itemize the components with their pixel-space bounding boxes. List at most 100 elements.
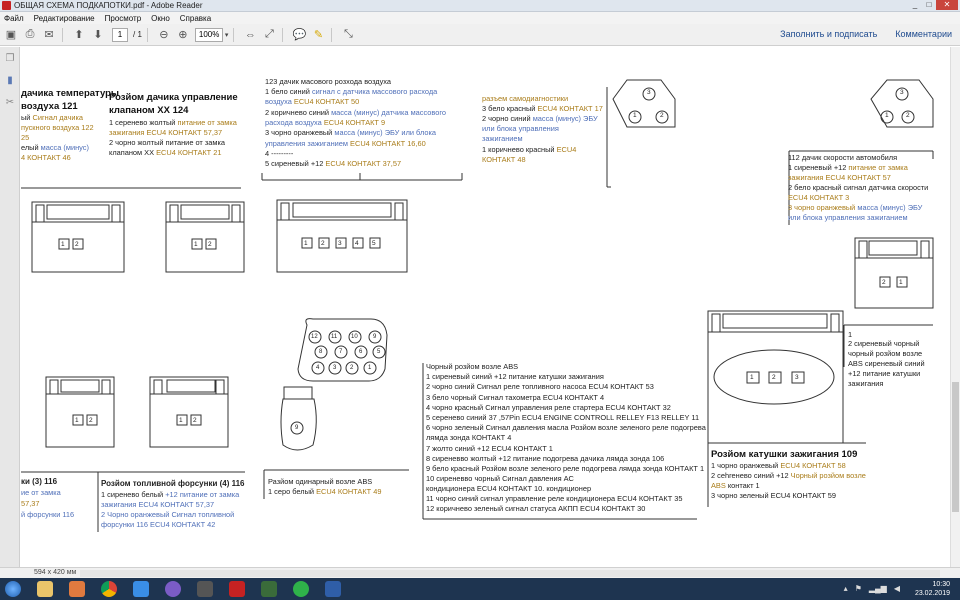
menu-window[interactable]: Окно: [151, 14, 170, 23]
zoom-out-icon[interactable]: ⊖: [156, 27, 172, 43]
network-icon[interactable]: ▂▄▆: [869, 584, 887, 593]
b7-line: ие от замка: [21, 488, 61, 497]
toolbar-separator: [282, 27, 284, 42]
b1-line: 4 КОНТАКТ 46: [21, 153, 71, 162]
pin-label: 3: [333, 365, 337, 371]
pin-label: 1: [885, 112, 889, 119]
pin-label: 4: [316, 365, 320, 371]
b2-line: 1 серенево жолтый питание от замка: [109, 118, 237, 127]
clock[interactable]: 10:30 23.02.2019: [915, 580, 950, 598]
maximize-button[interactable]: □: [922, 0, 936, 10]
pin-label: 1: [750, 374, 754, 381]
b3-line: воздуха ECU4 КОНТАКТ 50: [265, 97, 360, 106]
comment-icon[interactable]: 💬: [291, 27, 307, 43]
expand-icon[interactable]: ⤡: [340, 27, 356, 43]
horizontal-scrollbar[interactable]: [80, 570, 940, 577]
abs-line: 11 чорно синий сигнал управление реле ко…: [426, 494, 683, 503]
b2-line: клапаном ХХ ECU4 КОНТАКТ 21: [109, 148, 222, 157]
b5-line: 3 чорно оранжевый масса (минус) ЭБУ: [788, 203, 923, 212]
pin-label: 2: [321, 240, 325, 247]
volume-icon[interactable]: ◀: [894, 584, 900, 593]
adobe-reader-taskbar-icon[interactable]: [224, 579, 250, 599]
pin-label: 2: [75, 241, 79, 248]
pin-label: 1: [304, 240, 308, 247]
print-icon[interactable]: ⎙: [22, 27, 38, 43]
b6-line: зажигания: [848, 379, 884, 388]
zoom-dropdown-icon[interactable]: ▾: [225, 31, 229, 39]
b3-line: 3 чорно оранжевый масса (минус) ЭБУ или …: [265, 128, 436, 137]
abs-line: 4 чорно красный Сигнал управления реле с…: [426, 403, 671, 412]
menu-edit[interactable]: Редактирование: [34, 14, 95, 23]
pin-label: 2: [208, 241, 212, 248]
viber-taskbar-icon[interactable]: [160, 579, 186, 599]
pin-label: 11: [331, 334, 338, 340]
pin-label: 2: [906, 112, 910, 119]
pin-label: 1: [899, 279, 903, 286]
b1-line: 25: [21, 133, 30, 142]
bookmark-icon[interactable]: ▮: [5, 75, 15, 87]
flag-icon[interactable]: ⚑: [855, 584, 862, 593]
b8-line: зажигания ECU4 КОНТАКТ 57,37: [101, 500, 215, 509]
b5-line: или блока управления зажиганием: [788, 213, 908, 222]
minimize-button[interactable]: _: [908, 0, 922, 10]
explorer-taskbar-icon[interactable]: [32, 579, 58, 599]
clock-time: 10:30: [932, 581, 950, 588]
arrow-up-icon[interactable]: ▴: [844, 584, 848, 593]
visio-taskbar-icon[interactable]: [320, 579, 346, 599]
menu-help[interactable]: Справка: [180, 14, 211, 23]
b6-line: ABS сиреневый синий: [848, 359, 925, 368]
abs-single-line: 1 серо белый ECU4 КОНТАКТ 49: [268, 487, 382, 496]
pages-icon[interactable]: ❐: [5, 53, 15, 65]
close-button[interactable]: ✕: [936, 0, 958, 10]
b7-line: й форсунки 116: [21, 510, 75, 519]
fit-page-icon[interactable]: ⇔: [242, 27, 258, 43]
vertical-scrollbar[interactable]: [950, 47, 960, 567]
pin-label: 1: [633, 112, 637, 119]
fullscreen-icon[interactable]: ⤢: [261, 27, 277, 43]
menu-file[interactable]: Файл: [4, 14, 24, 23]
abs-title: Чорный розйом возле ABS: [426, 362, 519, 371]
pin-label: 5: [372, 240, 376, 247]
fill-sign-button[interactable]: Заполнить и подписать: [780, 29, 877, 39]
pin-label: 10: [351, 334, 358, 340]
start-button[interactable]: [0, 579, 26, 599]
prev-page-icon[interactable]: ⬆: [71, 27, 87, 43]
page-count: / 1: [133, 30, 142, 39]
b5-line: ECU4 КОНТАКТ 3: [788, 193, 850, 202]
b1-title2: воздуха 121: [21, 101, 78, 112]
b8-line: 2 Чорно оранжевый Сигнал топливной: [101, 510, 235, 519]
b1-line: ый Сигнал дачика: [21, 113, 83, 122]
comments-button[interactable]: Комментарии: [895, 29, 952, 39]
attachment-icon[interactable]: ✂: [5, 97, 15, 109]
windows-taskbar-icon[interactable]: [128, 579, 154, 599]
b6-line: 2 сиреневый чорный: [848, 339, 920, 348]
calculator-taskbar-icon[interactable]: [192, 579, 218, 599]
email-icon[interactable]: ✉: [41, 27, 57, 43]
window-title: ОБЩАЯ СХЕМА ПОДКАПОТКИ.pdf - Adobe Reade…: [14, 1, 203, 10]
abs-line: 9 бело красный Розйом возле зеленого рел…: [426, 464, 705, 473]
navigation-panel: ❐ ▮ ✂: [0, 47, 20, 567]
page-number-input[interactable]: 1: [112, 27, 128, 42]
pin-label: 2: [89, 417, 93, 424]
pin-label: 4: [355, 240, 359, 247]
abs-line: 10 сиреневво чорный Сигнал давления АС: [426, 474, 574, 483]
pin-label: 2: [882, 279, 886, 286]
archive-taskbar-icon[interactable]: [256, 579, 282, 599]
zoom-input[interactable]: 100%: [194, 27, 223, 42]
menu-view[interactable]: Просмотр: [105, 14, 142, 23]
b8-title: Розйом топливной форсунки (4) 116: [101, 479, 245, 488]
media-player-taskbar-icon[interactable]: [64, 579, 90, 599]
scroll-thumb[interactable]: [952, 382, 959, 512]
abs-line: 12 коричнево зеленый сигнал статуса АКПП…: [426, 504, 646, 513]
next-page-icon[interactable]: ⬇: [90, 27, 106, 43]
taskbar: ▴ ⚑ ▂▄▆ ◀ 10:30 23.02.2019: [0, 578, 960, 600]
zoom-in-icon[interactable]: ⊕: [175, 27, 191, 43]
green-app-taskbar-icon[interactable]: [288, 579, 314, 599]
save-icon[interactable]: ▣: [3, 27, 19, 43]
toolbar-separator: [331, 27, 333, 42]
chrome-taskbar-icon[interactable]: [96, 579, 122, 599]
b3-line: 4 ---------: [265, 149, 294, 158]
pin-label: 8: [319, 349, 323, 355]
pin-label: 1: [179, 417, 183, 424]
highlight-icon[interactable]: ✎: [310, 27, 326, 43]
